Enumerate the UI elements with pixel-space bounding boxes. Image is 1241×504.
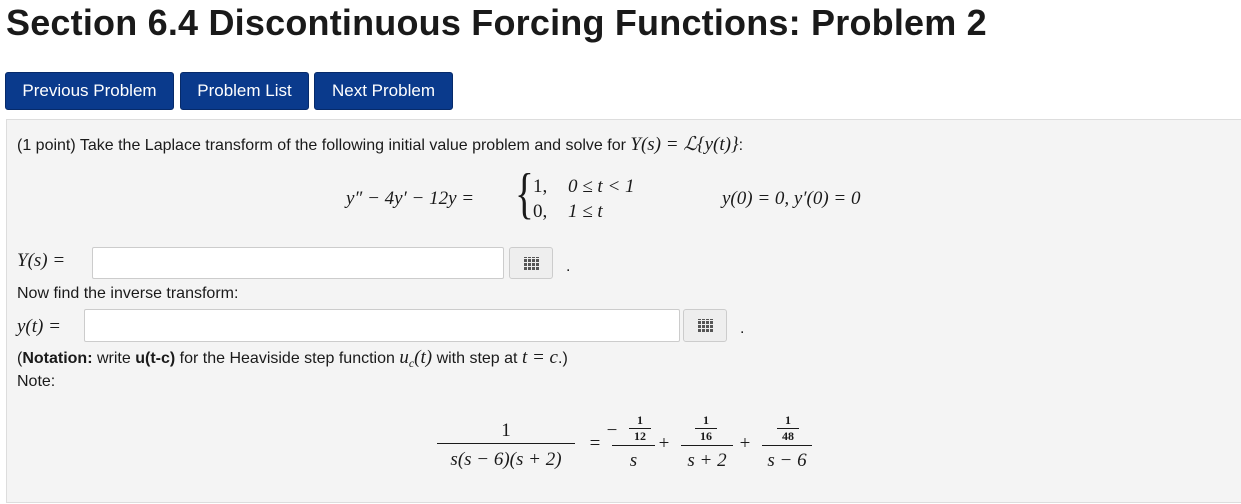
term2-var: s + 2 — [687, 450, 727, 471]
term2-num: 1 — [703, 413, 709, 427]
notation-bold: Notation: — [22, 350, 93, 367]
notation-code: u(t-c) — [135, 350, 176, 367]
term2-den: 16 — [700, 429, 712, 443]
term3-num: 1 — [785, 413, 791, 427]
term3-den: 48 — [782, 429, 794, 443]
problem-intro: (1 point) Take the Laplace transform of … — [17, 133, 743, 156]
term1-bar — [612, 445, 655, 446]
plus2: + — [739, 433, 751, 454]
notation-math2: (t) — [414, 347, 433, 368]
lhs-denominator: s(s − 6)(s + 2) — [450, 449, 562, 470]
yt-equation-editor-button[interactable] — [683, 309, 727, 342]
yt-answer-input[interactable] — [84, 309, 680, 342]
intro-math: Y(s) = ℒ{y(t)} — [630, 134, 739, 155]
notation-text2: with step at — [436, 350, 518, 367]
case1-condition: 0 ≤ t < 1 — [568, 176, 635, 197]
notation-math: u — [399, 347, 409, 368]
lhs-numerator: 1 — [501, 420, 511, 441]
case1-value: 1, — [533, 176, 548, 197]
ys-answer-input[interactable] — [92, 247, 504, 279]
ys-equation-editor-button[interactable] — [509, 247, 553, 279]
page-title: Section 6.4 Discontinuous Forcing Functi… — [6, 2, 987, 43]
next-problem-button[interactable]: Next Problem — [314, 72, 453, 110]
ys-period: . — [566, 258, 571, 275]
term3-bar — [762, 445, 812, 446]
term3-var: s − 6 — [767, 450, 807, 471]
lhs-fraction-bar — [437, 443, 575, 444]
intro-text: Take the Laplace transform of the follow… — [79, 137, 626, 154]
problem-list-button[interactable]: Problem List — [180, 72, 309, 110]
points-label: (1 point) — [17, 137, 76, 154]
grid-icon — [524, 257, 539, 270]
yt-label: y(t) = — [17, 316, 61, 337]
intro-colon: : — [738, 137, 744, 154]
case2-value: 0, — [533, 201, 548, 222]
yt-period: . — [740, 320, 745, 337]
plus1: + — [658, 433, 670, 454]
notation-line: (Notation: write u(t-c) for the Heavisid… — [17, 347, 568, 371]
note-label: Note: — [17, 373, 56, 390]
ode-lhs: y″ − 4y′ − 12y = — [346, 188, 475, 209]
term1-den: 12 — [634, 429, 646, 443]
inverse-prompt: Now find the inverse transform: — [17, 285, 239, 302]
term1-num: 1 — [637, 413, 643, 427]
initial-conditions: y(0) = 0, y′(0) = 0 — [722, 188, 861, 209]
term2-bar — [681, 445, 733, 446]
cases-brace: { — [515, 163, 534, 225]
notation-close: .) — [558, 350, 568, 367]
grid-icon — [698, 319, 713, 332]
note-equals: = — [589, 433, 601, 454]
ys-label: Y(s) = — [17, 250, 66, 271]
case2-condition: 1 ≤ t — [568, 201, 603, 222]
notation-math3: t = c — [521, 347, 558, 368]
term1-sign: − — [606, 420, 618, 441]
term1-var: s — [629, 450, 638, 471]
notation-text: for the Heaviside step function — [179, 350, 395, 367]
notation-write: write — [96, 350, 131, 367]
previous-problem-button[interactable]: Previous Problem — [5, 72, 174, 110]
